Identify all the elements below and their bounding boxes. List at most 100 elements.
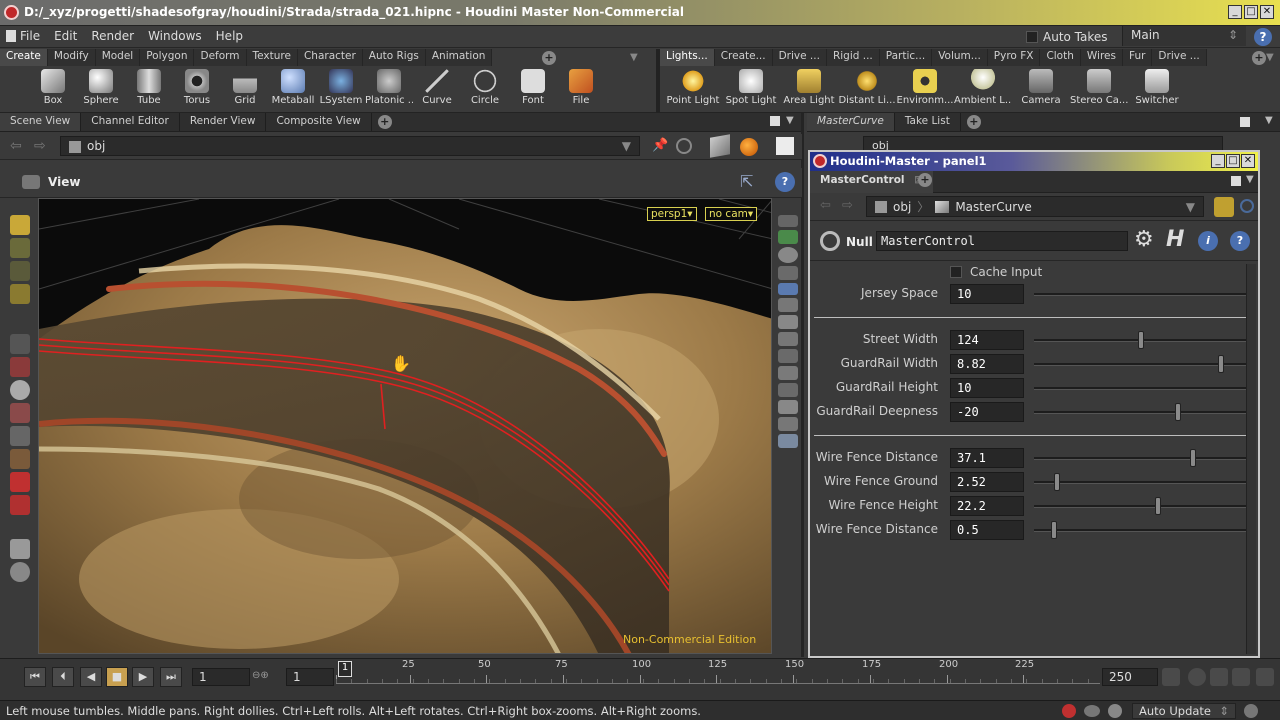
panel-pane-maximize-icon[interactable] — [1231, 176, 1241, 186]
handle-tool-icon[interactable] — [10, 449, 30, 469]
shelf-tab-4[interactable]: Deform — [194, 49, 247, 66]
current-frame-field[interactable]: 1 — [192, 668, 250, 686]
cam-menu[interactable]: no cam▾ — [705, 207, 758, 221]
pane-menu-icon[interactable]: ▼ — [786, 115, 794, 126]
parm-slider-3[interactable] — [1034, 387, 1254, 390]
snapshot-icon[interactable] — [778, 417, 798, 431]
cloud-icon[interactable] — [1084, 705, 1100, 717]
parm-slider-knob-2[interactable] — [1218, 355, 1224, 373]
shelf-tab-0[interactable]: Create — [0, 49, 48, 66]
light-tool-switcher[interactable]: Switcher — [1128, 67, 1186, 113]
frame-stepper-icon[interactable]: ⊖⊕ — [252, 670, 269, 681]
template-display-icon[interactable] — [778, 383, 798, 397]
pin-icon[interactable]: 📌 — [652, 138, 668, 153]
tab-render-view[interactable]: Render View — [180, 113, 267, 131]
parm-slider-0[interactable] — [1034, 293, 1254, 296]
status-help-icon[interactable] — [1244, 704, 1258, 718]
auto-takes-toggle[interactable]: Auto Takes — [1026, 30, 1108, 44]
stop-cook-icon[interactable] — [1062, 704, 1076, 718]
shelf-right-tab-2[interactable]: Drive ... — [772, 49, 827, 66]
window-title-bar[interactable]: D:/_xyz/progetti/shadesofgray/houdini/St… — [0, 0, 1280, 26]
maximize-icon[interactable]: □ — [1244, 5, 1258, 19]
tab-scene-view[interactable]: Scene View — [0, 113, 82, 131]
parm-slider-6[interactable] — [1034, 481, 1254, 484]
menu-render[interactable]: Render — [91, 29, 134, 43]
background-color-icon[interactable] — [776, 137, 794, 155]
close-icon[interactable]: ✕ — [1260, 5, 1274, 19]
panel-link-icon[interactable] — [1240, 199, 1254, 213]
cache-input-toggle[interactable]: Cache Input — [950, 265, 1042, 279]
playhead[interactable]: 1 — [338, 661, 352, 677]
parm-field-5[interactable]: 37.1 — [950, 448, 1024, 468]
panel-close-icon[interactable]: ✕ — [1241, 154, 1255, 168]
tool-tube[interactable]: Tube — [125, 67, 173, 113]
tool-font[interactable]: Font — [509, 67, 557, 113]
normal-display-icon[interactable] — [778, 298, 798, 312]
shelf-tab-6[interactable]: Character — [297, 49, 363, 66]
lighting-icon[interactable] — [778, 247, 798, 263]
select-edges-icon[interactable] — [10, 261, 30, 281]
shelf-right-tab-8[interactable]: Wires — [1080, 49, 1123, 66]
shelf-tab-5[interactable]: Texture — [246, 49, 298, 66]
menu-file[interactable]: File — [20, 29, 40, 43]
tool-file[interactable]: File — [557, 67, 605, 113]
select-tool-icon[interactable] — [10, 215, 30, 235]
timeline-options-icon[interactable] — [1256, 668, 1274, 686]
bbox-display-icon[interactable] — [778, 366, 798, 380]
point-display-icon[interactable] — [778, 283, 798, 295]
parm-slider-8[interactable] — [1034, 529, 1254, 532]
panel-pin-icon[interactable] — [1214, 197, 1234, 217]
right-pane-menu-icon[interactable]: ▼ — [1265, 115, 1273, 126]
play-forward-icon[interactable]: ▶ — [132, 667, 154, 687]
parm-slider-knob-8[interactable] — [1051, 521, 1057, 539]
tool-metaball[interactable]: Metaball — [269, 67, 317, 113]
auto-takes-checkbox[interactable] — [1026, 31, 1038, 43]
menu-help[interactable]: Help — [216, 29, 243, 43]
help-h-icon[interactable]: H — [1166, 227, 1184, 252]
shelf-right-tab-10[interactable]: Drive ... — [1152, 49, 1207, 66]
shading-icon[interactable] — [740, 138, 758, 156]
parm-slider-5[interactable] — [1034, 457, 1254, 460]
crumb-obj[interactable]: obj — [893, 200, 911, 214]
parm-field-8[interactable]: 0.5 — [950, 520, 1024, 540]
pane-maximize-icon[interactable] — [770, 116, 780, 126]
panel-forward-icon[interactable]: ⇨ — [842, 198, 853, 213]
panel-maximize-icon[interactable]: □ — [1226, 154, 1240, 168]
light-tool-environm[interactable]: Environm... — [896, 67, 954, 113]
shelf-tab-1[interactable]: Modify — [47, 49, 96, 66]
shelf-right-tab-1[interactable]: Create... — [714, 49, 773, 66]
right-tab-mastercurve[interactable]: MasterCurve — [807, 113, 895, 131]
step-back-icon[interactable]: ⏴ — [52, 667, 74, 687]
light-tool-area-light[interactable]: Area Light — [780, 67, 838, 113]
parms-scrollbar[interactable] — [1246, 264, 1256, 654]
start-frame-field[interactable]: 1 — [286, 668, 334, 686]
parm-field-2[interactable]: 8.82 — [950, 354, 1024, 374]
add-shelf-tab-icon[interactable]: + — [542, 51, 556, 65]
shelf-menu-icon[interactable]: ▼ — [630, 52, 638, 63]
rotate-tool-icon[interactable] — [10, 380, 30, 400]
viewport-scene[interactable]: ✋ — [39, 199, 772, 654]
display-toggle-icon[interactable] — [778, 215, 798, 227]
shelf-tab-7[interactable]: Auto Rigs — [362, 49, 426, 66]
back-icon[interactable]: ⇦ — [10, 138, 22, 154]
shelf-right-tab-6[interactable]: Pyro FX — [987, 49, 1041, 66]
shelf-right-tab-0[interactable]: Lights... — [660, 49, 715, 66]
end-frame-field[interactable]: 250 — [1102, 668, 1158, 686]
global-anim-icon[interactable] — [1232, 668, 1250, 686]
link-icon[interactable] — [676, 138, 692, 154]
parm-slider-7[interactable] — [1034, 505, 1254, 508]
parm-field-6[interactable]: 2.52 — [950, 472, 1024, 492]
parm-slider-knob-5[interactable] — [1190, 449, 1196, 467]
geometry-icon[interactable] — [710, 134, 730, 158]
scale-tool-icon[interactable] — [10, 403, 30, 423]
shelf-right-tab-5[interactable]: Volum... — [932, 49, 988, 66]
tool-curve[interactable]: Curve — [413, 67, 461, 113]
parm-field-4[interactable]: -20 — [950, 402, 1024, 422]
panel-back-icon[interactable]: ⇦ — [820, 198, 831, 213]
tool-grid[interactable]: Grid — [221, 67, 269, 113]
light-tool-ambient-l[interactable]: Ambient L... — [954, 67, 1012, 113]
menu-edit[interactable]: Edit — [54, 29, 77, 43]
tab-mastercontrol[interactable]: MasterControl ⊠ — [810, 171, 933, 193]
viewport[interactable]: ✋ persp1▾ no cam▾ Non-Commercial Edition — [38, 198, 772, 654]
play-reverse-icon[interactable]: ◀ — [80, 667, 102, 687]
